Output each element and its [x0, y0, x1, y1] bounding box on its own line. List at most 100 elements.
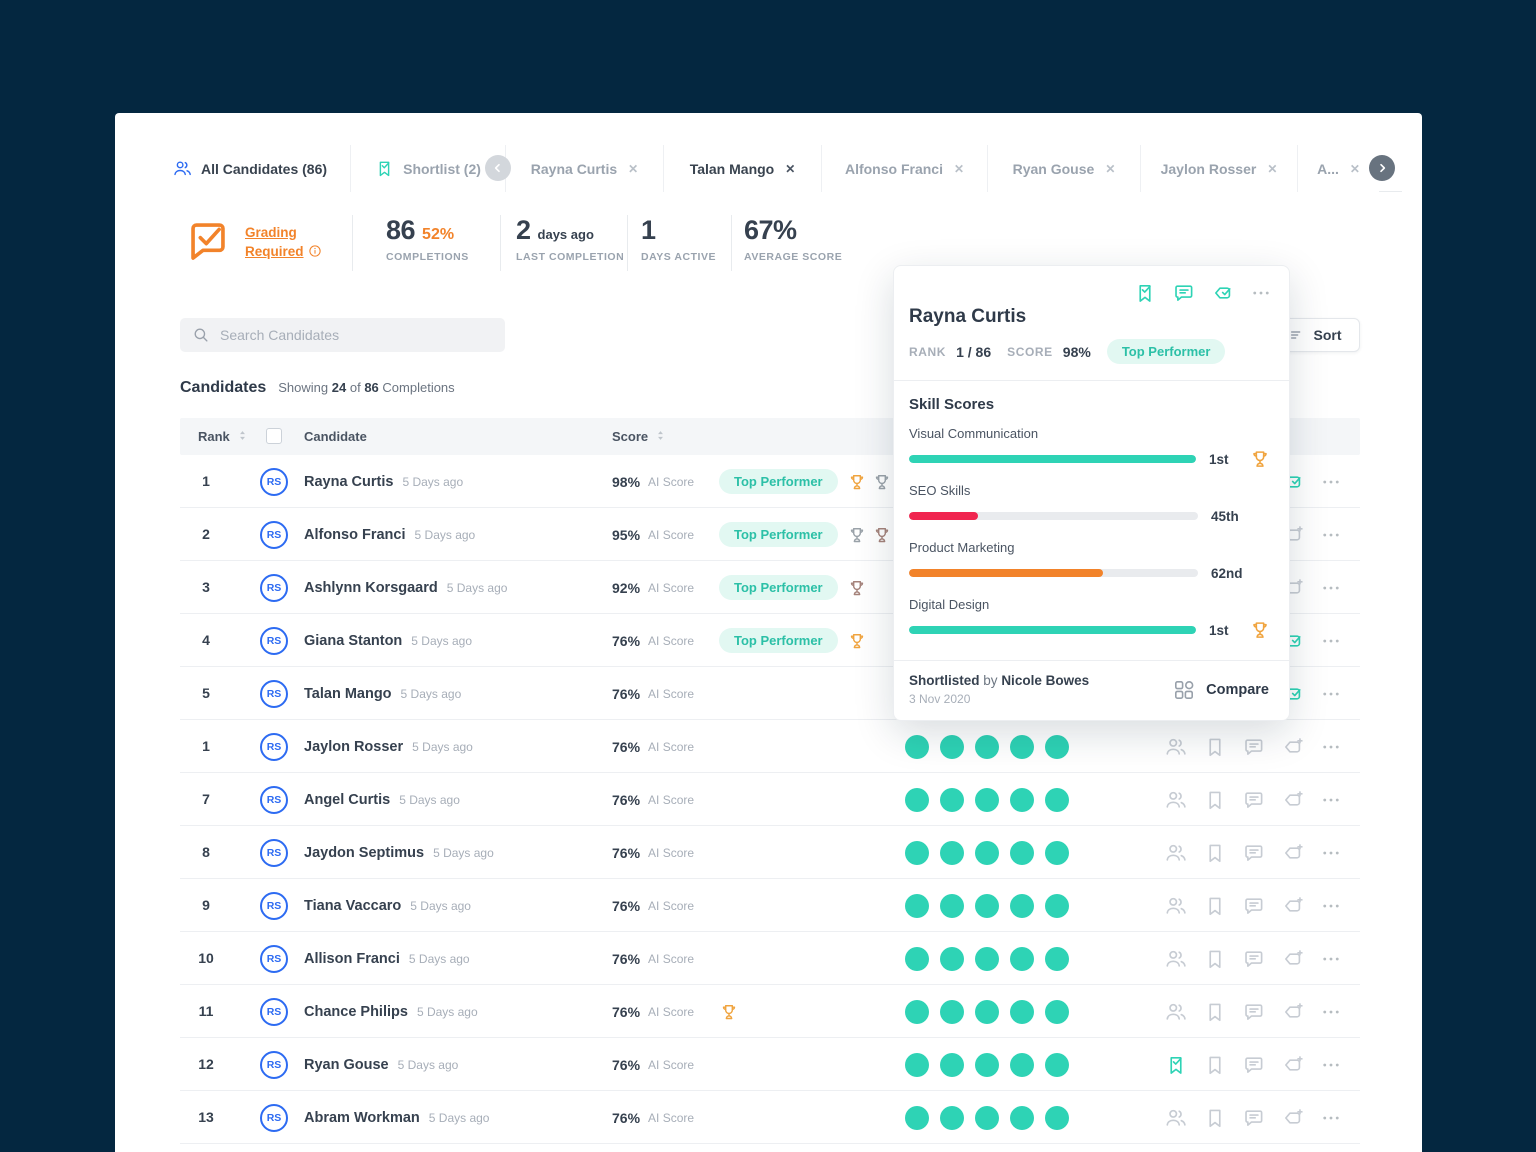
tab-rayna-curtis[interactable]: Rayna Curtis ✕ — [505, 145, 663, 192]
more-options-icon[interactable] — [1321, 790, 1360, 810]
bookmark-icon[interactable] — [1204, 736, 1243, 758]
close-tab-icon[interactable]: ✕ — [1105, 162, 1115, 176]
users-icon[interactable] — [1165, 736, 1204, 758]
stat-divider — [352, 215, 353, 271]
search-box[interactable] — [180, 318, 505, 352]
grading-label-line1: Grading — [245, 224, 297, 240]
table-row[interactable]: 12 RS Ryan Gouse 5 Days ago 76% AI Score — [180, 1038, 1360, 1091]
tab-alfonso-franci[interactable]: Alfonso Franci ✕ — [821, 145, 987, 192]
comment-icon[interactable] — [1173, 282, 1195, 304]
bookmark-icon[interactable] — [1204, 1001, 1243, 1023]
comment-icon[interactable] — [1243, 842, 1282, 864]
score-label: AI Score — [648, 951, 695, 966]
table-row[interactable]: 13 RS Abram Workman 5 Days ago 76% AI Score — [180, 1091, 1360, 1144]
column-header-rank[interactable]: Rank — [198, 418, 249, 455]
page-title: Candidates — [180, 379, 267, 396]
more-options-icon[interactable] — [1321, 843, 1360, 863]
column-header-candidate[interactable]: Candidate — [304, 418, 367, 455]
more-options-icon[interactable] — [1321, 631, 1360, 651]
comment-icon[interactable] — [1243, 1001, 1282, 1023]
more-options-icon[interactable] — [1321, 896, 1360, 916]
more-options-icon[interactable] — [1321, 578, 1360, 598]
bookmark-icon[interactable] — [1204, 1107, 1243, 1129]
tab-ryan-gouse[interactable]: Ryan Gouse ✕ — [987, 145, 1140, 192]
bookmark-check-icon[interactable] — [1165, 1054, 1204, 1076]
users-icon[interactable] — [1165, 1107, 1204, 1129]
tag-check-icon[interactable] — [1212, 282, 1234, 304]
table-row[interactable]: 1 RS Jaylon Rosser 5 Days ago 76% AI Score — [180, 720, 1360, 773]
trophy-placeholder — [1251, 562, 1271, 584]
tabs-scroll-left-button[interactable] — [485, 155, 511, 181]
comment-icon[interactable] — [1243, 1107, 1282, 1129]
tab-a[interactable]: A... ✕ — [1297, 145, 1379, 192]
tab-all-candidates-86[interactable]: All Candidates (86) — [150, 145, 350, 193]
more-options-icon[interactable] — [1321, 472, 1360, 492]
comment-icon[interactable] — [1243, 1054, 1282, 1076]
more-options-icon[interactable] — [1321, 1055, 1360, 1075]
table-row[interactable]: 8 RS Jaydon Septimus 5 Days ago 76% AI Score — [180, 826, 1360, 879]
bookmark-icon[interactable] — [1204, 789, 1243, 811]
bookmark-icon[interactable] — [1204, 895, 1243, 917]
score-dots — [905, 932, 1069, 985]
close-tab-icon[interactable]: ✕ — [954, 162, 964, 176]
tab-talan-mango[interactable]: Talan Mango ✕ — [663, 145, 821, 192]
column-header-score[interactable]: Score — [612, 418, 667, 455]
tag-plus-icon[interactable] — [1282, 789, 1321, 811]
users-icon[interactable] — [1165, 895, 1204, 917]
main-card: All Candidates (86) Shortlist (2) Rayna Cu… — [115, 113, 1422, 1152]
tab-jaylon-rosser[interactable]: Jaylon Rosser ✕ — [1140, 145, 1297, 192]
row-rank: 12 — [198, 1056, 214, 1072]
skill-bar-track — [909, 455, 1196, 463]
stat-value: 1 — [641, 215, 656, 245]
more-options-icon[interactable] — [1321, 737, 1360, 757]
bookmark-check-icon[interactable] — [1134, 282, 1156, 304]
comment-icon[interactable] — [1243, 736, 1282, 758]
users-icon[interactable] — [1165, 842, 1204, 864]
tabs-scroll-right-button[interactable] — [1369, 155, 1395, 181]
more-options-icon[interactable] — [1321, 949, 1360, 969]
popup-action-icons — [1134, 282, 1271, 304]
bookmark-icon[interactable] — [1204, 948, 1243, 970]
more-options-icon[interactable] — [1321, 1002, 1360, 1022]
tag-plus-icon[interactable] — [1282, 1107, 1321, 1129]
select-all-checkbox[interactable] — [266, 428, 282, 444]
close-tab-icon[interactable]: ✕ — [1267, 162, 1277, 176]
tag-plus-icon[interactable] — [1282, 842, 1321, 864]
users-icon[interactable] — [1165, 1001, 1204, 1023]
search-input[interactable] — [220, 327, 493, 343]
avatar: RS — [260, 998, 288, 1026]
stat-divider — [627, 215, 628, 271]
score-label: AI Score — [648, 686, 695, 701]
users-icon[interactable] — [1165, 789, 1204, 811]
comment-icon[interactable] — [1243, 895, 1282, 917]
bookmark-icon[interactable] — [1204, 1054, 1243, 1076]
tag-plus-icon[interactable] — [1282, 895, 1321, 917]
table-row[interactable]: 11 RS Chance Philips 5 Days ago 76% AI Score — [180, 985, 1360, 1038]
comment-icon[interactable] — [1243, 948, 1282, 970]
tag-plus-icon[interactable] — [1282, 948, 1321, 970]
users-icon[interactable] — [1165, 948, 1204, 970]
table-row[interactable]: 9 RS Tiana Vaccaro 5 Days ago 76% AI Score — [180, 879, 1360, 932]
close-tab-icon[interactable]: ✕ — [1350, 162, 1360, 176]
close-tab-icon[interactable]: ✕ — [628, 162, 638, 176]
tag-plus-icon[interactable] — [1282, 1054, 1321, 1076]
score-dot — [940, 840, 964, 865]
bookmark-icon[interactable] — [1204, 842, 1243, 864]
compare-button[interactable]: Compare — [1172, 678, 1269, 702]
more-options-icon[interactable] — [1251, 283, 1271, 303]
candidate-cell: Chance Philips 5 Days ago — [304, 985, 478, 1038]
more-options-icon[interactable] — [1321, 684, 1360, 704]
row-rank: 10 — [198, 950, 214, 966]
table-row[interactable]: 7 RS Angel Curtis 5 Days ago 76% AI Score — [180, 773, 1360, 826]
close-tab-icon[interactable]: ✕ — [785, 162, 795, 176]
more-options-icon[interactable] — [1321, 525, 1360, 545]
more-options-icon[interactable] — [1321, 1108, 1360, 1128]
table-row[interactable]: 10 RS Allison Franci 5 Days ago 76% AI Score — [180, 932, 1360, 985]
grading-required-link[interactable]: Grading Required — [185, 217, 322, 268]
score-dot — [940, 946, 964, 971]
score-dot — [905, 840, 929, 865]
tag-plus-icon[interactable] — [1282, 736, 1321, 758]
comment-icon[interactable] — [1243, 789, 1282, 811]
tag-plus-icon[interactable] — [1282, 1001, 1321, 1023]
tab-shortlist-2[interactable]: Shortlist (2) — [350, 145, 505, 192]
